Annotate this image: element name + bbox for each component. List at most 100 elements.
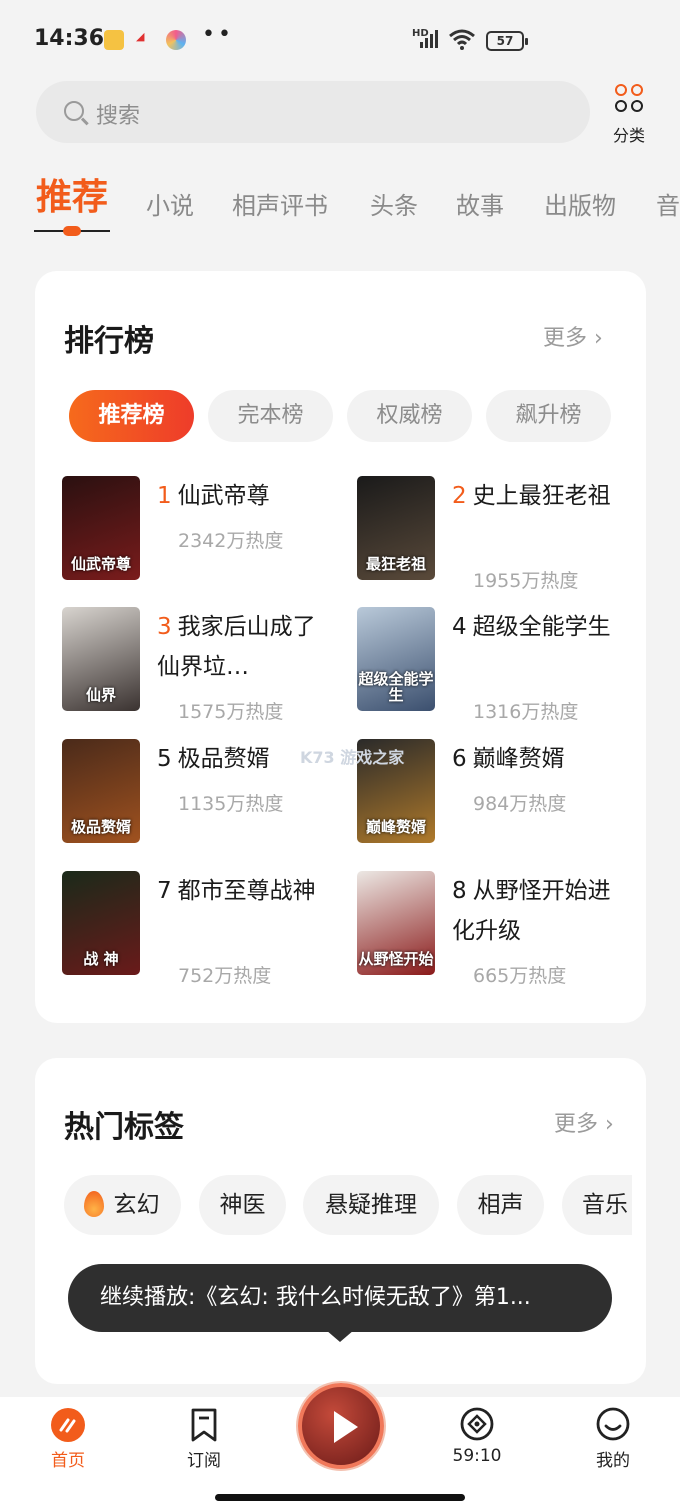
continue-play-toast[interactable]: 继续播放:《玄幻: 我什么时候无敌了》第1... xyxy=(68,1264,612,1332)
book-title-text: 仙武帝尊 xyxy=(177,483,270,509)
signal-icon xyxy=(420,30,438,48)
tag-mystery[interactable]: 悬疑推理 xyxy=(303,1175,439,1235)
book-cover: 仙武帝尊 xyxy=(62,476,140,580)
rank-number: 1 xyxy=(157,483,172,509)
book-heat: 752万热度 xyxy=(178,965,272,987)
book-title-text: 史上最狂老祖 xyxy=(472,483,611,509)
book-title: 4 超级全能学生 xyxy=(452,607,612,647)
book-cover: 从野怪开始 xyxy=(357,871,435,975)
nav-timer-label: 59:10 xyxy=(452,1446,502,1466)
book-title-text: 极品赘婿 xyxy=(177,746,270,772)
book-title: 8 从野怪开始进化升级 xyxy=(452,871,612,951)
book-heat: 1955万热度 xyxy=(473,570,579,592)
hot-tags-more-link[interactable]: 更多 › xyxy=(554,1106,614,1138)
book-cover: 超级全能学生 xyxy=(357,607,435,711)
search-bar[interactable]: 搜索 xyxy=(36,81,590,143)
app-icon xyxy=(166,30,186,50)
status-time: 14:36 xyxy=(34,26,105,51)
ranking-title: 排行榜 xyxy=(64,324,154,359)
ranking-item[interactable]: 仙界 3 我家后山成了仙界垃… 1575万热度 xyxy=(62,607,332,727)
cover-title: 巅峰赘婿 xyxy=(365,818,426,836)
tab-headlines[interactable]: 头条 xyxy=(370,186,418,221)
book-title: 1 仙武帝尊 xyxy=(157,476,317,516)
category-button[interactable]: 分类 xyxy=(604,82,654,145)
search-placeholder: 搜索 xyxy=(96,104,141,129)
filter-recommend[interactable]: 推荐榜 xyxy=(69,390,194,442)
tab-crosstalk[interactable]: 相声评书 xyxy=(232,186,328,221)
tag-label: 玄幻 xyxy=(113,1192,160,1218)
rank-number: 3 xyxy=(157,614,172,640)
ranking-item[interactable]: 战 神 7 都市至尊战神 752万热度 xyxy=(62,871,332,991)
book-title: 5 极品赘婿 xyxy=(157,739,317,779)
rank-number: 7 xyxy=(157,878,172,904)
book-title: 6 巅峰赘婿 xyxy=(452,739,612,779)
battery-indicator: 57 xyxy=(486,31,528,51)
weibo-icon: ◢ xyxy=(136,30,145,43)
ranking-item[interactable]: 仙武帝尊 1 仙武帝尊 2342万热度 xyxy=(62,476,332,596)
cover-title: 超级全能学生 xyxy=(358,670,434,704)
smile-icon xyxy=(596,1407,630,1441)
timer-icon xyxy=(460,1407,494,1441)
home-icon xyxy=(51,1408,85,1442)
filter-rising[interactable]: 飙升榜 xyxy=(486,390,611,442)
book-title: 3 我家后山成了仙界垃… xyxy=(157,607,317,687)
rank-number: 5 xyxy=(157,746,172,772)
tab-stories[interactable]: 故事 xyxy=(456,186,504,221)
book-heat: 1135万热度 xyxy=(178,793,284,815)
book-heat: 1575万热度 xyxy=(178,701,284,723)
book-title-text: 从野怪开始进化升级 xyxy=(452,878,611,944)
wifi-icon xyxy=(449,29,475,50)
nav-subscribe-label: 订阅 xyxy=(187,1451,221,1471)
rank-number: 2 xyxy=(452,483,467,509)
category-label: 分类 xyxy=(612,126,645,145)
cover-title: 极品赘婿 xyxy=(70,818,131,836)
tag-xuanhuan[interactable]: 玄幻 xyxy=(64,1175,181,1235)
ranking-item[interactable]: 最狂老祖 2 史上最狂老祖 1955万热度 xyxy=(357,476,627,596)
book-title: 2 史上最狂老祖 xyxy=(452,476,612,516)
ranking-item[interactable]: 超级全能学生 4 超级全能学生 1316万热度 xyxy=(357,607,627,727)
book-heat: 2342万热度 xyxy=(178,530,284,552)
status-bar: 14:36 ◢ • • HD 57 xyxy=(0,0,680,80)
nav-mine-label: 我的 xyxy=(596,1451,630,1471)
tab-publications[interactable]: 出版物 xyxy=(544,186,616,221)
filter-completed[interactable]: 完本榜 xyxy=(208,390,333,442)
book-heat: 984万热度 xyxy=(473,793,567,815)
cover-title: 仙界 xyxy=(85,686,116,704)
tab-recommend[interactable]: 推荐 xyxy=(36,168,108,220)
fire-icon xyxy=(84,1191,104,1217)
bookmark-icon xyxy=(191,1408,217,1442)
book-cover: 战 神 xyxy=(62,871,140,975)
book-title-text: 巅峰赘婿 xyxy=(472,746,565,772)
book-cover: 极品赘婿 xyxy=(62,739,140,843)
tab-music[interactable]: 音 xyxy=(656,186,680,221)
tag-music[interactable]: 音乐 xyxy=(562,1175,632,1235)
book-cover: 仙界 xyxy=(62,607,140,711)
ranking-item[interactable]: 极品赘婿 5 极品赘婿 1135万热度 xyxy=(62,739,332,859)
cover-title: 仙武帝尊 xyxy=(70,555,131,573)
tag-crosstalk[interactable]: 相声 xyxy=(457,1175,544,1235)
category-grid-icon xyxy=(615,84,645,114)
book-title-text: 都市至尊战神 xyxy=(177,878,316,904)
book-heat: 1316万热度 xyxy=(473,701,579,723)
cover-title: 战 神 xyxy=(83,950,119,968)
now-playing-button[interactable] xyxy=(298,1383,384,1469)
ranking-item[interactable]: 从野怪开始 8 从野怪开始进化升级 665万热度 xyxy=(357,871,627,991)
play-icon xyxy=(334,1411,358,1443)
book-title: 7 都市至尊战神 xyxy=(157,871,317,911)
toast-pointer xyxy=(326,1330,354,1342)
book-title-text: 我家后山成了仙界垃… xyxy=(157,614,316,680)
filter-authority[interactable]: 权威榜 xyxy=(347,390,472,442)
tag-shenyi[interactable]: 神医 xyxy=(199,1175,286,1235)
hot-tags-title: 热门标签 xyxy=(64,1110,184,1145)
rank-number: 8 xyxy=(452,878,467,904)
search-icon xyxy=(64,101,84,121)
book-heat: 665万热度 xyxy=(473,965,567,987)
nav-home-label: 首页 xyxy=(51,1451,85,1471)
book-cover: 最狂老祖 xyxy=(357,476,435,580)
book-title-text: 超级全能学生 xyxy=(472,614,611,640)
watermark: K73 游戏之家 xyxy=(300,748,405,767)
rank-number: 4 xyxy=(452,614,467,640)
tab-indicator xyxy=(63,226,81,236)
ranking-more-link[interactable]: 更多 › xyxy=(543,320,603,352)
tab-novel[interactable]: 小说 xyxy=(146,186,194,221)
